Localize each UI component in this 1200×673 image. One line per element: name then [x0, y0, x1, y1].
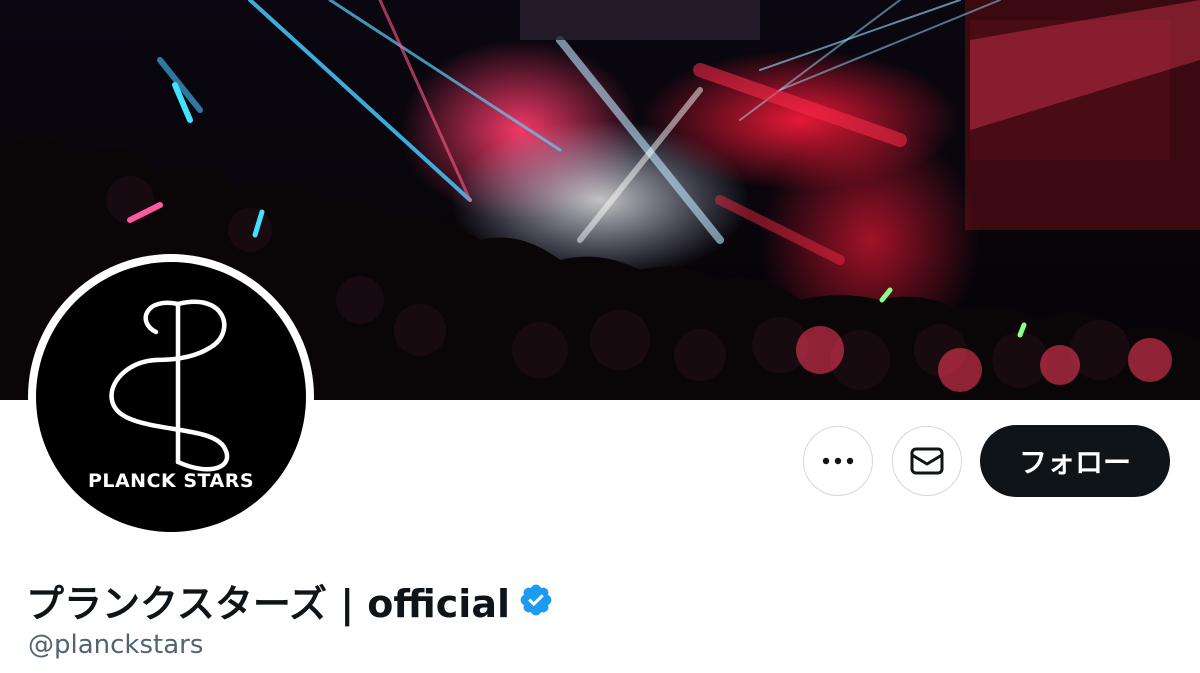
display-name-row: プランクスターズ | official — [26, 572, 554, 628]
avatar-logo-text: PLANCK STARS — [87, 470, 255, 492]
avatar-logo: PLANCK STARS — [36, 262, 306, 532]
verified-badge-icon[interactable] — [518, 582, 554, 618]
message-button[interactable] — [892, 426, 962, 496]
follow-button[interactable]: フォロー — [980, 425, 1170, 497]
display-name: プランクスターズ | official — [26, 581, 511, 626]
profile-handle: @planckstars — [28, 630, 204, 660]
more-options-button[interactable] — [803, 426, 873, 496]
envelope-icon — [910, 447, 944, 475]
profile-avatar[interactable]: PLANCK STARS — [28, 254, 314, 540]
more-horizontal-icon — [822, 457, 854, 465]
